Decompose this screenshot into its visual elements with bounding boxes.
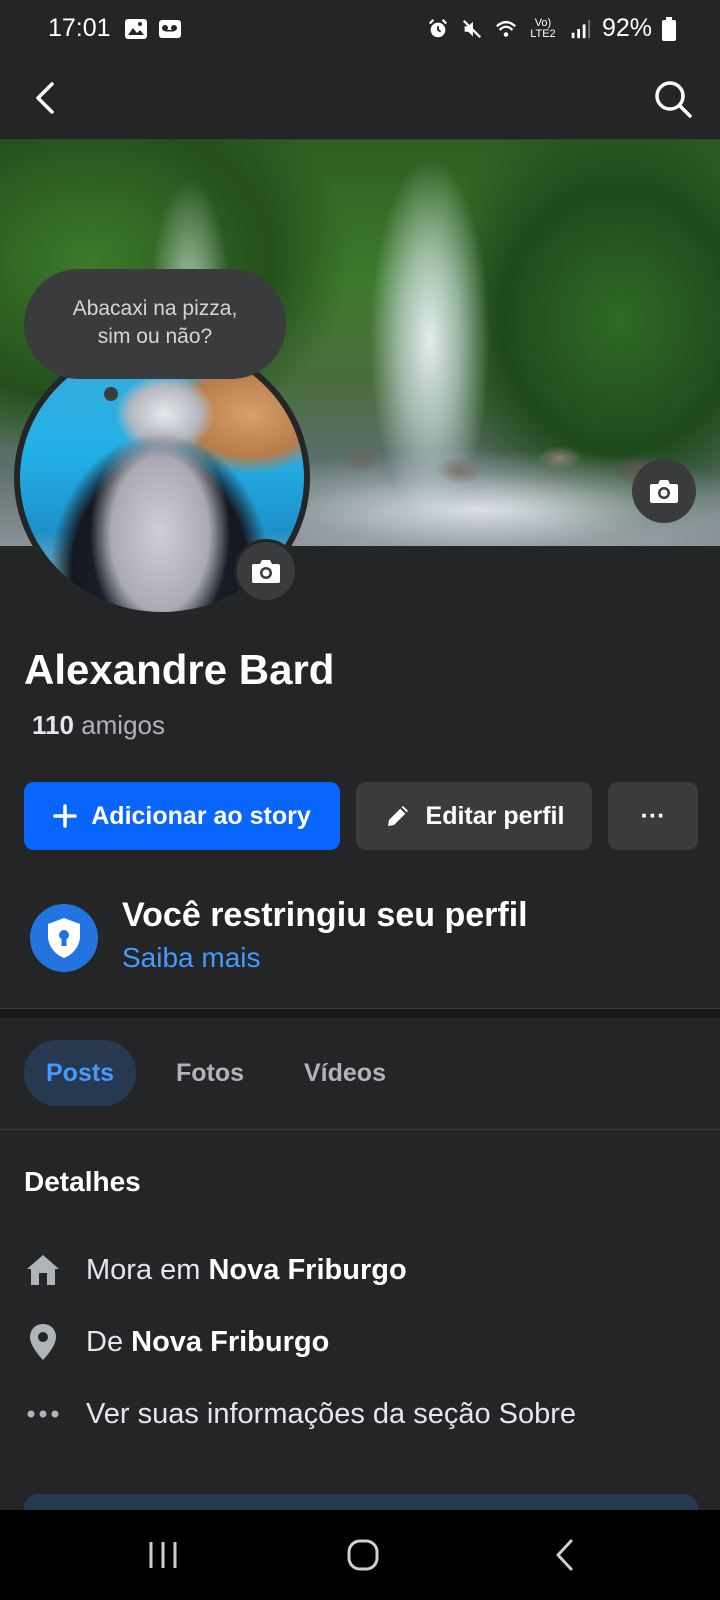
friends-count-line[interactable]: 110 amigos <box>32 710 165 741</box>
system-back-button[interactable] <box>540 1532 590 1578</box>
more-dots-icon <box>24 1395 62 1433</box>
tab-videos[interactable]: Vídeos <box>282 1040 408 1106</box>
from-city[interactable]: Nova Friburgo <box>131 1326 329 1359</box>
plus-icon <box>53 804 77 828</box>
location-pin-icon <box>24 1323 62 1361</box>
home-circle-icon <box>347 1539 379 1571</box>
see-about-info-link[interactable]: Ver suas informações da seção Sobre <box>24 1394 576 1434</box>
status-bar: 17:01 Vo) LTE2 92% <box>0 0 720 56</box>
note-tail-dot <box>104 387 118 401</box>
note-text-line1: Abacaxi na pizza, <box>72 297 238 320</box>
avatar-camera-button[interactable] <box>234 539 298 603</box>
back-arrow-icon[interactable] <box>24 76 68 120</box>
profile-tabs: Posts Fotos Vídeos <box>0 1018 720 1130</box>
signal-icon <box>571 19 591 38</box>
wifi-icon <box>496 20 516 37</box>
details-heading: Detalhes <box>24 1166 141 1197</box>
recent-apps-button[interactable] <box>138 1532 188 1578</box>
chevron-left-icon <box>556 1539 573 1571</box>
note-text-line2: sim ou não? <box>97 325 213 348</box>
friends-count: 110 <box>32 710 74 740</box>
detail-from: De Nova Friburgo <box>24 1322 329 1362</box>
detail-lives-in: Mora em Nova Friburgo <box>24 1250 407 1290</box>
camera-icon <box>650 480 678 503</box>
more-dots-icon: ··· <box>640 801 666 830</box>
camera-icon <box>252 560 280 583</box>
add-to-story-label: Adicionar ao story <box>91 801 311 830</box>
search-icon[interactable] <box>650 76 694 120</box>
restriction-title: Você restringiu seu perfil <box>122 896 528 934</box>
from-prefix: De <box>86 1325 124 1358</box>
about-link-label: Ver suas informações da seção Sobre <box>86 1397 577 1430</box>
shield-lock-icon <box>30 904 98 972</box>
recents-icon <box>149 1542 177 1568</box>
edit-profile-button[interactable]: Editar perfil <box>356 782 592 850</box>
lives-prefix: Mora em <box>86 1253 201 1286</box>
alarm-icon <box>428 18 448 37</box>
home-button[interactable] <box>338 1532 388 1578</box>
lives-city[interactable]: Nova Friburgo <box>208 1254 406 1287</box>
system-navigation-bar <box>0 1510 720 1600</box>
tab-posts[interactable]: Posts <box>24 1040 137 1106</box>
add-to-story-button[interactable]: Adicionar ao story <box>24 782 340 850</box>
learn-more-link[interactable]: Saiba mais <box>122 942 261 974</box>
cover-camera-button[interactable] <box>632 459 696 523</box>
profile-note-bubble[interactable]: Abacaxi na pizza, sim ou não? <box>24 269 286 379</box>
edit-profile-label: Editar perfil <box>425 801 565 830</box>
voicemail-icon <box>159 20 181 38</box>
friends-label: amigos <box>81 710 166 740</box>
pencil-icon <box>384 802 412 830</box>
top-navigation <box>0 56 720 140</box>
gallery-icon <box>125 19 147 39</box>
status-time: 17:01 <box>48 14 111 42</box>
mute-icon <box>462 19 482 38</box>
more-options-button[interactable]: ··· <box>608 782 698 850</box>
network-label: Vo) LTE2 <box>530 16 556 40</box>
battery-percent: 92% <box>601 14 652 42</box>
section-divider <box>0 1008 720 1018</box>
battery-icon <box>662 16 676 41</box>
profile-name: Alexandre Bard <box>24 646 335 693</box>
home-icon <box>24 1251 62 1289</box>
tab-photos[interactable]: Fotos <box>154 1040 266 1106</box>
